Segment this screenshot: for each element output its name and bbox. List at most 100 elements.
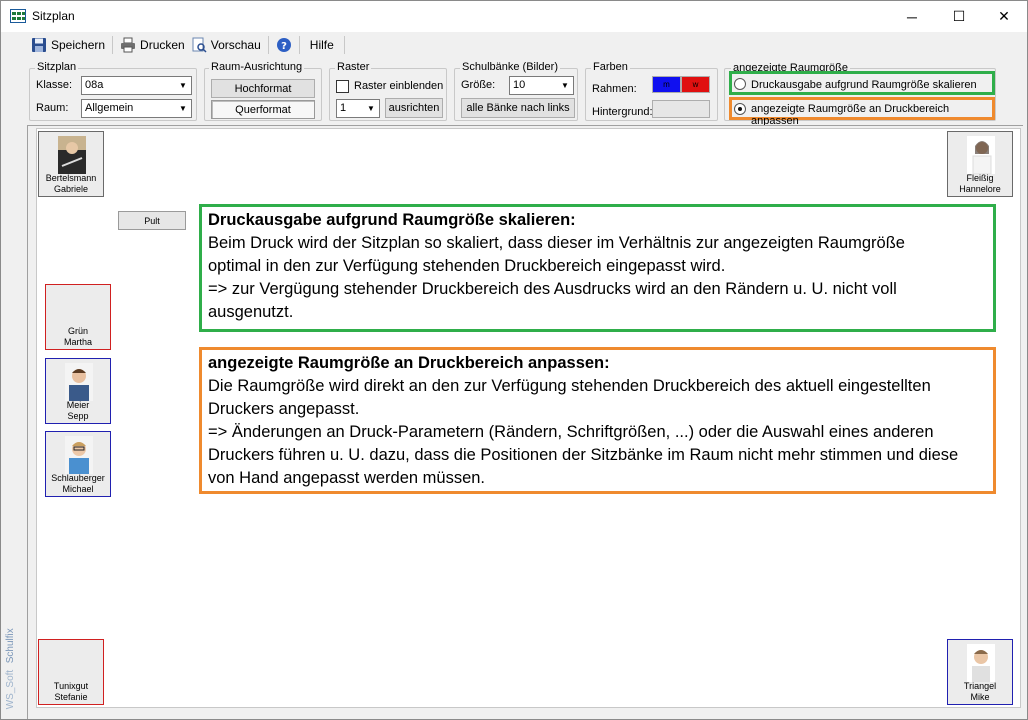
fit-info-line: Druckers führen u. U. dazu, dass die Pos… <box>208 446 959 464</box>
help-icon: ? <box>276 37 292 53</box>
fit-info-line: von Hand angepasst werden müssen. <box>208 469 486 487</box>
printer-icon <box>120 37 136 53</box>
farben-group-title: Farben <box>591 61 630 73</box>
print-label: Drucken <box>140 38 185 52</box>
student-first-name: Gabriele <box>53 184 89 194</box>
raster-checkbox[interactable] <box>336 80 349 93</box>
vendor-label: WS_Soft <box>5 669 16 709</box>
sitzplan-group: Sitzplan Klasse: 08a ▼ Raum: Allgemein ▼ <box>29 61 197 121</box>
hintergrund-color-button[interactable] <box>652 100 710 118</box>
student-first-name: Hannelore <box>959 184 1001 194</box>
print-button[interactable]: Drucken <box>117 34 188 56</box>
student-last-name: Fleißig <box>966 173 994 183</box>
scale-radio[interactable] <box>734 78 746 90</box>
close-button[interactable]: ✕ <box>981 1 1027 32</box>
fit-radio[interactable] <box>734 103 746 115</box>
fit-info-heading: angezeigte Raumgröße an Druckbereich anp… <box>208 354 610 372</box>
raster-size-select[interactable]: 1 ▼ <box>336 99 380 118</box>
student-first-name: Sepp <box>67 411 89 421</box>
bank-size-select[interactable]: 10 ▼ <box>509 76 574 95</box>
student-photo <box>967 136 995 174</box>
student-first-name: Mike <box>970 692 990 702</box>
seat-tunixgut[interactable]: Tunixgut Stefanie <box>38 639 104 705</box>
brand-name: Schulfix <box>5 627 16 663</box>
brand-label: WS_Soft Schulfix <box>5 628 16 713</box>
side-strip: WS_Soft Schulfix <box>2 33 20 719</box>
student-last-name: Schlauberger <box>51 473 105 483</box>
raster-group-title: Raster <box>335 61 372 73</box>
save-button[interactable]: Speichern <box>28 34 108 56</box>
seat-schlauberger[interactable]: Schlauberger Michael <box>45 431 111 497</box>
ausrichtung-group: Raum-Ausrichtung Hochformat Querformat <box>204 61 322 121</box>
seat-names: Meier Sepp <box>46 400 110 422</box>
fit-info-box: angezeigte Raumgröße an Druckbereich anp… <box>199 347 996 494</box>
window-title: Sitzplan <box>32 9 75 23</box>
align-all-left-button[interactable]: alle Bänke nach links <box>461 98 575 118</box>
help-label: Hilfe <box>309 38 334 52</box>
raster-show-label: Raster einblenden <box>354 80 444 92</box>
chevron-down-icon: ▼ <box>561 81 569 90</box>
fit-info-line: => Änderungen an Druck-Parametern (Rände… <box>208 423 934 441</box>
scale-option-label: Druckausgabe aufgrund Raumgröße skaliere… <box>751 79 977 91</box>
toolbar-separator <box>343 36 345 54</box>
raster-group: Raster Raster einblenden 1 ▼ ausrichten <box>329 61 447 121</box>
klasse-select[interactable]: 08a ▼ <box>81 76 192 95</box>
student-last-name: Tunixgut <box>53 681 89 691</box>
querformat-button[interactable]: Querformat <box>211 100 315 119</box>
chevron-down-icon: ▼ <box>367 104 375 113</box>
scale-info-line: => zur Vergügung stehender Druckbereich … <box>208 280 897 298</box>
ausrichten-button[interactable]: ausrichten <box>385 98 443 118</box>
maximize-button[interactable]: ☐ <box>936 1 982 32</box>
toolbar: Speichern Drucken Vorschau ? Hilfe <box>28 33 349 57</box>
seat-names: Tunixgut Stefanie <box>39 681 103 703</box>
rahmen-label: Rahmen: <box>592 83 637 95</box>
student-first-name: Martha <box>63 337 92 347</box>
sitzplan-group-title: Sitzplan <box>35 61 79 73</box>
klasse-label: Klasse: <box>36 79 73 91</box>
bank-size-value: 10 <box>513 79 526 91</box>
student-first-name: Michael <box>62 484 94 494</box>
seat-fleissig[interactable]: Fleißig Hannelore <box>947 131 1013 197</box>
rahmen-female-color-button[interactable]: w <box>681 76 710 93</box>
save-label: Speichern <box>51 38 106 52</box>
bank-size-label: Größe: <box>461 79 496 91</box>
schulbaenke-group: Schulbänke (Bilder) Größe: 10 ▼ alle Bän… <box>454 61 578 121</box>
klasse-value: 08a <box>85 79 104 91</box>
minimize-button[interactable]: ─ <box>889 1 935 32</box>
seat-bertelsmann[interactable]: Bertelsmann Gabriele <box>38 131 104 197</box>
rahmen-male-color-button[interactable]: m <box>652 76 681 93</box>
farben-group: Farben Rahmen: m w Hintergrund: <box>585 61 718 121</box>
seat-names: Triangel Mike <box>948 681 1012 703</box>
student-last-name: Meier <box>66 400 90 410</box>
svg-text:?: ? <box>281 41 287 52</box>
scale-info-line: ausgenutzt. <box>208 303 294 321</box>
seat-names: Bertelsmann Gabriele <box>39 173 103 195</box>
teacher-desk[interactable]: Pult <box>118 211 186 230</box>
help-icon-button[interactable]: ? <box>273 34 295 56</box>
fit-info-line: Die Raumgröße wird direkt an den zur Ver… <box>208 377 931 395</box>
seat-meier[interactable]: Meier Sepp <box>45 358 111 424</box>
student-photo <box>967 644 995 682</box>
fit-option-label: angezeigte Raumgröße an Druckbereich anp… <box>751 103 950 127</box>
seat-names: Schlauberger Michael <box>46 473 110 495</box>
toolbar-separator <box>267 36 269 54</box>
student-photo <box>65 363 93 401</box>
hochformat-button[interactable]: Hochformat <box>211 79 315 98</box>
schulbaenke-group-title: Schulbänke (Bilder) <box>460 61 560 73</box>
toolbar-separator <box>298 36 300 54</box>
chevron-down-icon: ▼ <box>179 81 187 90</box>
seat-triangel[interactable]: Triangel Mike <box>947 639 1013 705</box>
seat-gruen[interactable]: Grün Martha <box>45 284 111 350</box>
raumgroesse-group: angezeigte Raumgröße Druckausgabe aufgru… <box>724 62 996 127</box>
scale-info-line: Beim Druck wird der Sitzplan so skaliert… <box>208 234 905 252</box>
fit-info-line: Druckers angepasst. <box>208 400 360 418</box>
student-last-name: Triangel <box>963 681 997 691</box>
seat-names: Grün Martha <box>46 326 110 348</box>
preview-button[interactable]: Vorschau <box>188 34 264 56</box>
help-button[interactable]: Hilfe <box>304 34 340 56</box>
floppy-disk-icon <box>31 37 47 53</box>
app-icon <box>10 9 26 23</box>
raum-select[interactable]: Allgemein ▼ <box>81 99 192 118</box>
student-first-name: Stefanie <box>54 692 88 702</box>
chevron-down-icon: ▼ <box>179 104 187 113</box>
